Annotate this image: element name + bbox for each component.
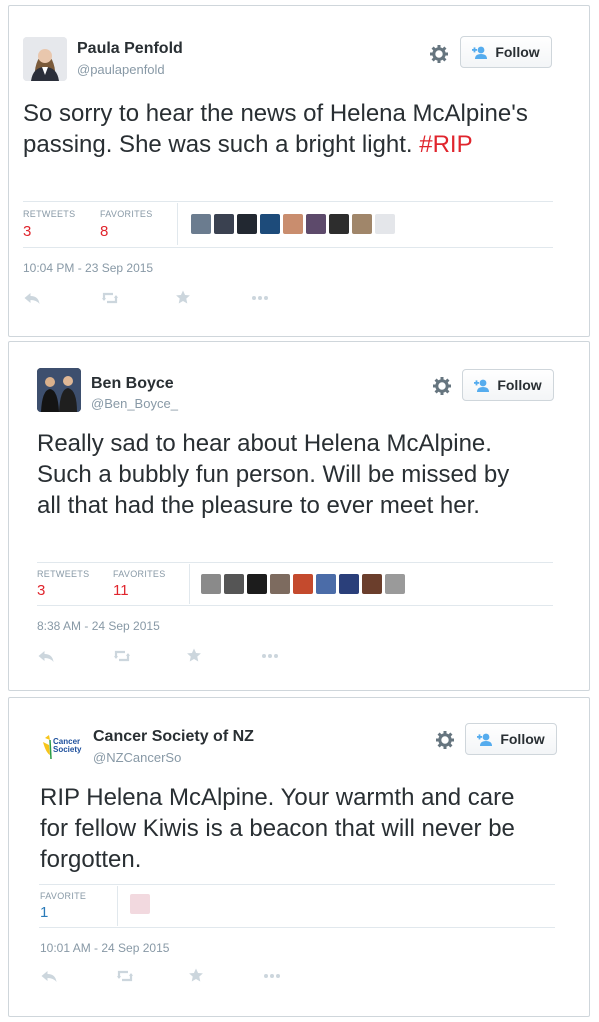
tweet-timestamp[interactable]: 10:01 AM - 24 Sep 2015 [40, 941, 169, 955]
divider [117, 886, 118, 926]
follow-user-icon [474, 379, 490, 392]
retweets-count[interactable]: 3 [23, 223, 31, 240]
follow-label: Follow [495, 44, 540, 60]
reply-icon[interactable] [37, 649, 55, 663]
tweet-text: Really sad to hear about Helena McAlpine… [37, 430, 510, 519]
divider [37, 562, 553, 563]
tweet-card: Cancer Society Cancer Society of NZ @NZC… [8, 697, 590, 1017]
divider [23, 247, 553, 248]
retweet-icon[interactable] [113, 649, 131, 663]
user-handle[interactable]: @paulapenfold [77, 62, 165, 77]
favoriter-avatar[interactable] [260, 214, 280, 234]
favorites-count[interactable]: 11 [113, 582, 129, 599]
avatar[interactable]: Cancer Society [39, 725, 83, 769]
follow-button[interactable]: Follow [465, 723, 557, 755]
display-name[interactable]: Cancer Society of NZ [93, 728, 254, 746]
favoriter-avatar[interactable] [270, 574, 290, 594]
favorite-label: FAVORITE [40, 891, 87, 901]
favoriter-avatar[interactable] [191, 214, 211, 234]
retweets-label: RETWEETS [23, 209, 76, 219]
gear-icon[interactable] [432, 376, 452, 396]
follow-label: Follow [500, 731, 545, 747]
favoriter-avatar[interactable] [339, 574, 359, 594]
follow-user-icon [477, 733, 493, 746]
divider [39, 884, 555, 885]
favoriter-avatar[interactable] [247, 574, 267, 594]
display-name[interactable]: Paula Penfold [77, 40, 183, 58]
star-icon[interactable] [185, 648, 203, 662]
retweets-label: RETWEETS [37, 569, 90, 579]
favoriter-avatar[interactable] [385, 574, 405, 594]
avatar[interactable] [23, 37, 67, 81]
favoriter-avatar[interactable] [352, 214, 372, 234]
favoriter-avatar[interactable] [214, 214, 234, 234]
follow-button[interactable]: Follow [460, 36, 552, 68]
favoriter-avatar[interactable] [316, 574, 336, 594]
favorites-label: FAVORITES [113, 569, 166, 579]
reply-icon[interactable] [40, 969, 58, 983]
favoriter-avatar[interactable] [201, 574, 221, 594]
hashtag-link[interactable]: #RIP [419, 131, 472, 158]
more-icon[interactable] [261, 649, 279, 663]
display-name[interactable]: Ben Boyce [91, 375, 174, 393]
user-handle[interactable]: @Ben_Boyce_ [91, 396, 178, 411]
tweet-card: Paula Penfold @paulapenfold Follow So so… [8, 5, 590, 337]
gear-icon[interactable] [429, 44, 449, 64]
favoriter-avatar[interactable] [329, 214, 349, 234]
divider [189, 564, 190, 604]
favoriter-avatar[interactable] [375, 214, 395, 234]
tweet-text: RIP Helena McAlpine. Your warmth and car… [40, 784, 515, 873]
tweet-text: So sorry to hear the news of Helena McAl… [23, 98, 553, 160]
divider [37, 605, 553, 606]
star-icon[interactable] [174, 290, 192, 304]
favorites-count[interactable]: 1 [40, 904, 48, 921]
favoriter-avatar[interactable] [293, 574, 313, 594]
divider [23, 201, 553, 202]
tweet-timestamp[interactable]: 10:04 PM - 23 Sep 2015 [23, 261, 153, 275]
divider [177, 203, 178, 245]
favorites-count[interactable]: 8 [100, 223, 108, 240]
retweets-count[interactable]: 3 [37, 582, 45, 599]
favoriter-avatar[interactable] [283, 214, 303, 234]
follow-user-icon [472, 46, 488, 59]
divider [39, 927, 555, 928]
follow-button[interactable]: Follow [462, 369, 554, 401]
favoriter-avatars [130, 894, 150, 914]
favorites-label: FAVORITES [100, 209, 153, 219]
favoriter-avatar[interactable] [224, 574, 244, 594]
retweet-icon[interactable] [101, 291, 119, 305]
follow-label: Follow [497, 377, 542, 393]
tweet-timestamp[interactable]: 8:38 AM - 24 Sep 2015 [37, 619, 160, 633]
reply-icon[interactable] [23, 291, 41, 305]
daffodil-logo-icon: Cancer Society [39, 725, 83, 769]
user-handle[interactable]: @NZCancerSo [93, 750, 181, 765]
favoriter-avatar[interactable] [306, 214, 326, 234]
star-icon[interactable] [187, 968, 205, 982]
gear-icon[interactable] [435, 730, 455, 750]
avatar[interactable] [37, 368, 81, 412]
more-icon[interactable] [263, 969, 281, 983]
retweet-icon[interactable] [116, 969, 134, 983]
more-icon[interactable] [251, 291, 269, 305]
svg-text:Society: Society [53, 745, 82, 754]
favoriter-avatar[interactable] [362, 574, 382, 594]
favoriter-avatars [191, 214, 395, 234]
tweet-card: Ben Boyce @Ben_Boyce_ Follow Really sad … [8, 341, 590, 691]
favoriter-avatars [201, 574, 405, 594]
favoriter-avatar[interactable] [237, 214, 257, 234]
favoriter-avatar[interactable] [130, 894, 150, 914]
